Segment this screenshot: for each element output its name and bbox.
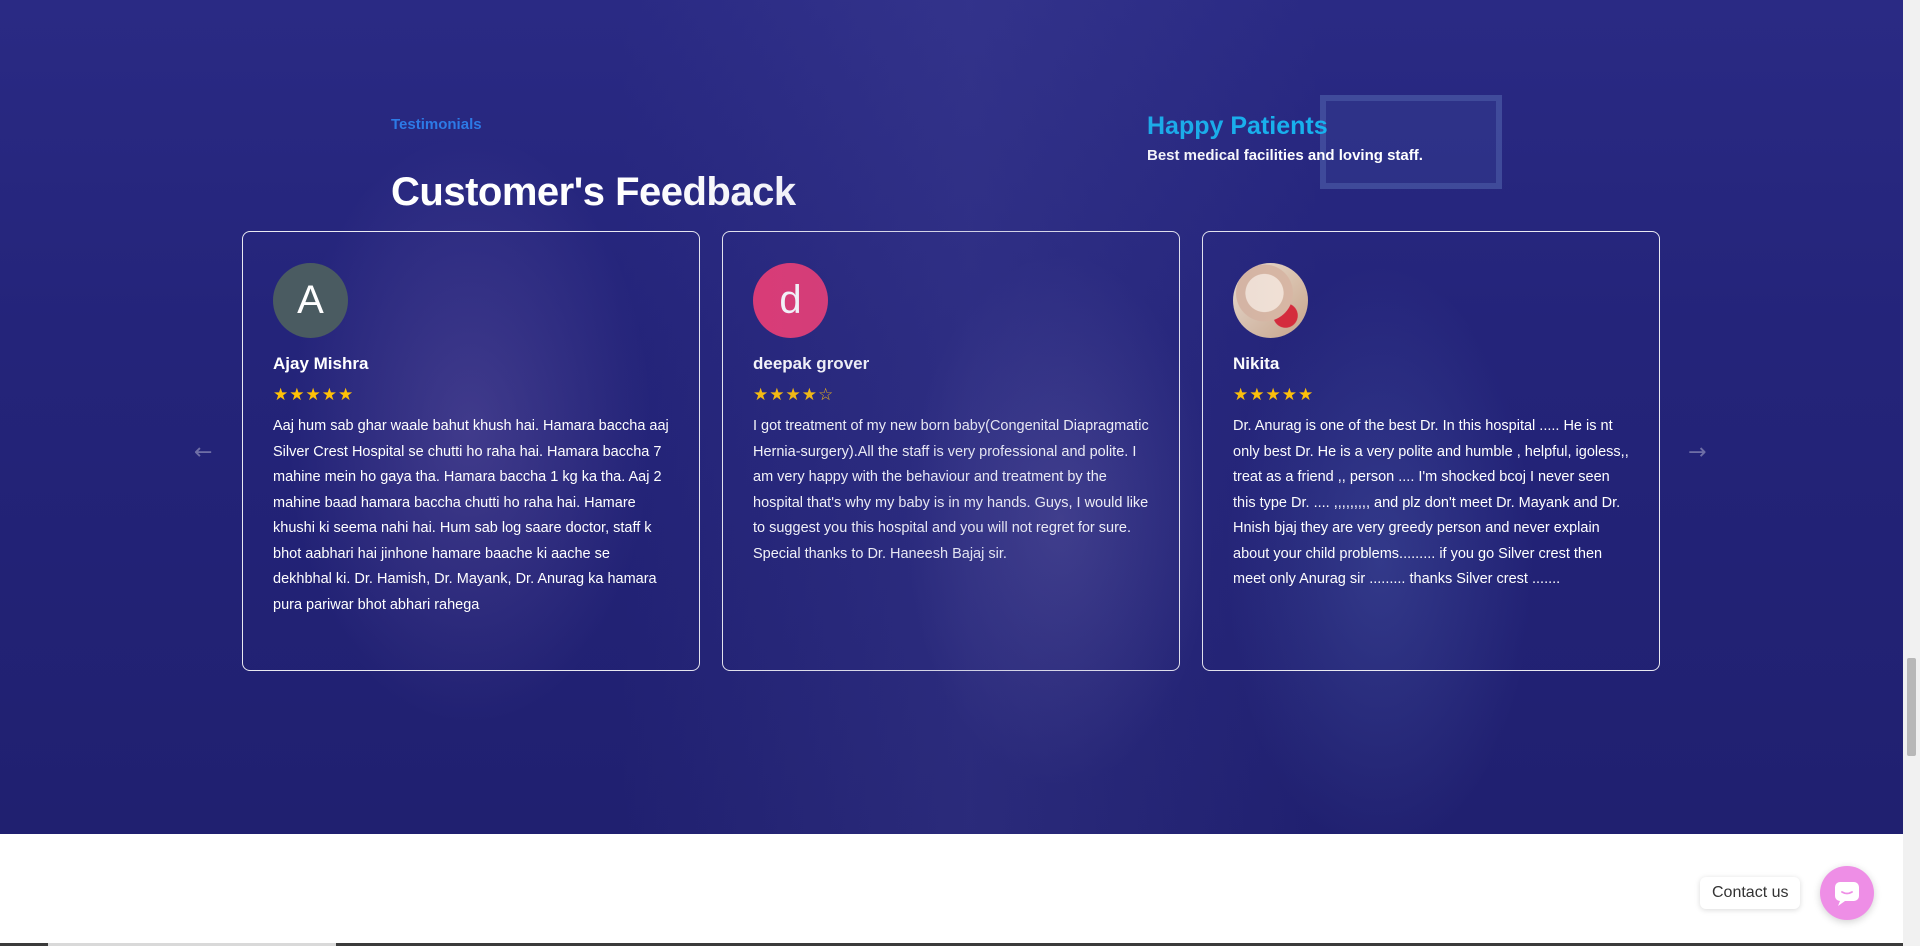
chat-bubble-icon	[1835, 882, 1859, 906]
reviewer-name: Nikita	[1233, 354, 1280, 373]
review-text: Aaj hum sab ghar waale bahut khush hai. …	[273, 418, 669, 613]
avatar: A	[273, 263, 348, 338]
review-card: A Ajay Mishra ★★★★★ Aaj hum sab ghar waa…	[242, 231, 700, 671]
reviewer-name: deepak grover	[753, 354, 870, 373]
section-eyebrow: Testimonials	[391, 116, 482, 133]
section-title: Customer's Feedback	[391, 170, 796, 214]
review-text: Dr. Anurag is one of the best Dr. In thi…	[1233, 418, 1629, 587]
carousel-next-arrow-icon[interactable]: →	[1688, 440, 1706, 465]
avatar-photo	[1233, 263, 1308, 338]
contact-chat-button[interactable]	[1820, 866, 1874, 920]
contact-us-label[interactable]: Contact us	[1700, 877, 1801, 909]
review-card: Nikita ★★★★★ Dr. Anurag is one of the be…	[1202, 231, 1660, 671]
page-scrollbar[interactable]	[1903, 0, 1920, 946]
happy-patients-title: Happy Patients	[1147, 112, 1328, 140]
star-rating: ★★★★★	[273, 385, 355, 405]
review-card: d deepak grover ★★★★☆ I got treatment of…	[722, 231, 1180, 671]
reviewer-name: Ajay Mishra	[273, 354, 369, 373]
star-rating: ★★★★☆	[753, 385, 835, 405]
star-rating: ★★★★★	[1233, 385, 1315, 405]
carousel-prev-arrow-icon[interactable]: ←	[194, 440, 212, 465]
review-text: I got treatment of my new born baby(Cong…	[753, 418, 1149, 562]
scrollbar-thumb[interactable]	[1907, 658, 1916, 756]
avatar: d	[753, 263, 828, 338]
happy-patients-subtitle: Best medical facilities and loving staff…	[1147, 147, 1423, 164]
testimonials-section: Testimonials Customer's Feedback Happy P…	[0, 0, 1903, 834]
